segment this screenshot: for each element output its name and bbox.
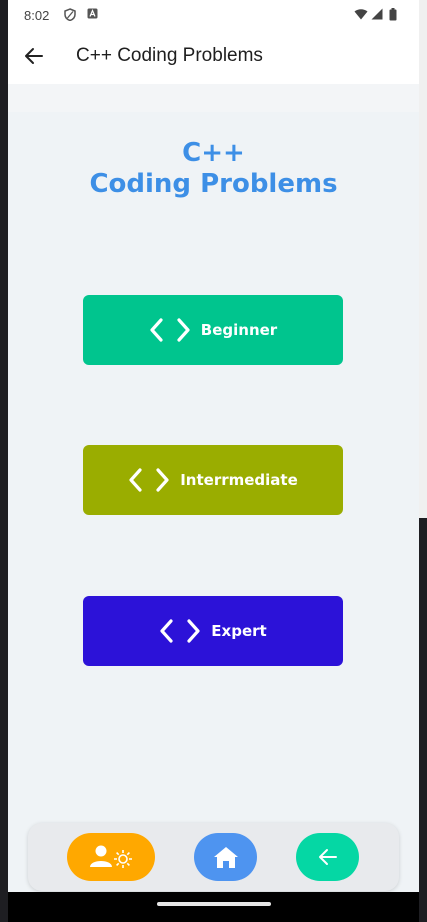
phone-screen: 8:02 C++ Coding Problems C++ Coding Prob… bbox=[8, 0, 419, 922]
battery-icon bbox=[389, 8, 397, 21]
code-brackets-icon bbox=[129, 468, 169, 492]
back-button[interactable] bbox=[296, 833, 359, 881]
back-arrow-icon[interactable] bbox=[22, 44, 46, 68]
home-gesture-handle[interactable] bbox=[157, 902, 271, 906]
status-time: 8:02 bbox=[24, 8, 50, 23]
status-bar: 8:02 bbox=[8, 0, 419, 30]
profile-settings-button[interactable] bbox=[67, 833, 155, 881]
code-brackets-icon bbox=[150, 318, 190, 342]
expert-label: Expert bbox=[211, 622, 267, 640]
beginner-button[interactable]: Beginner bbox=[83, 295, 343, 365]
wifi-icon bbox=[354, 9, 368, 20]
code-brackets-icon bbox=[160, 619, 200, 643]
cell-signal-icon bbox=[371, 8, 383, 20]
shield-icon bbox=[64, 8, 76, 21]
heading-line-1: C++ bbox=[182, 138, 245, 168]
beginner-label: Beginner bbox=[200, 321, 278, 339]
intermediate-button[interactable]: Interrmediate bbox=[83, 445, 343, 515]
home-icon bbox=[213, 847, 238, 868]
arrow-left-icon bbox=[318, 849, 337, 865]
app-bar-title: C++ Coding Problems bbox=[76, 45, 263, 66]
bottom-navigation bbox=[28, 823, 399, 891]
app-notification-icon bbox=[87, 8, 98, 19]
intermediate-label: Interrmediate bbox=[180, 471, 298, 489]
gesture-navigation-bar bbox=[8, 892, 419, 922]
app-bar-shadow bbox=[8, 84, 419, 112]
expert-button[interactable]: Expert bbox=[83, 596, 343, 666]
heading-line-2: Coding Problems bbox=[89, 169, 338, 199]
home-button[interactable] bbox=[194, 833, 257, 881]
page-heading: C++ Coding Problems bbox=[8, 138, 419, 200]
app-bar: C++ Coding Problems bbox=[8, 30, 419, 84]
background-edge bbox=[419, 0, 427, 518]
profile-settings-icon bbox=[90, 845, 132, 868]
